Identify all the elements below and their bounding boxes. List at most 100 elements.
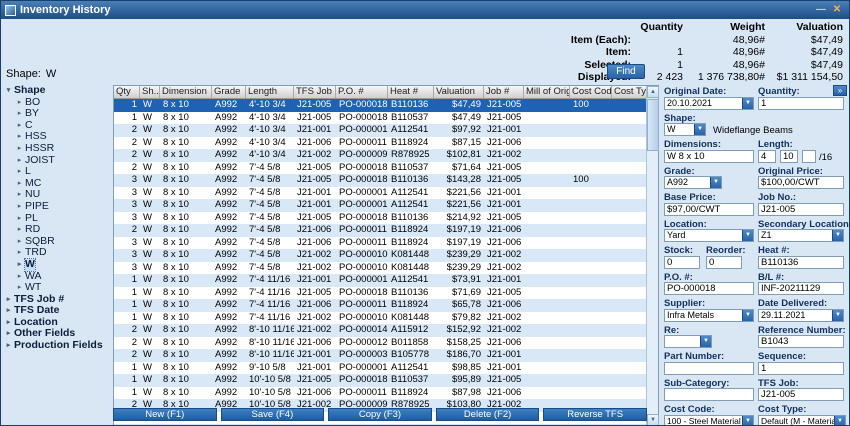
re-dropdown-icon[interactable]: ▼ xyxy=(700,336,711,347)
table-row[interactable]: 1W8 x 10A9929'-10 5/8J21-001PO-000001A11… xyxy=(114,362,646,375)
shape-input[interactable]: W ▼ xyxy=(664,123,706,136)
supplier-dropdown-icon[interactable]: ▼ xyxy=(742,310,753,321)
collapsed-icon[interactable]: ▸ xyxy=(14,97,25,109)
tree-item-l[interactable]: ▸L xyxy=(1,166,109,178)
save-f4-button[interactable]: Save (F4) xyxy=(221,408,325,421)
collapsed-icon[interactable]: ▸ xyxy=(14,271,25,283)
table-row[interactable]: 2W8 x 10A9928'-10 11/16J21-006PO-000012B… xyxy=(114,337,646,350)
grid-col-qty[interactable]: Qty xyxy=(114,86,140,98)
table-row[interactable]: 3W8 x 10A9927'-4 5/8J21-002PO-000010K081… xyxy=(114,249,646,262)
expanded-icon[interactable]: ▾ xyxy=(3,85,14,97)
collapsed-icon[interactable]: ▸ xyxy=(14,189,25,201)
grid-col-valuation[interactable]: Valuation xyxy=(434,86,484,98)
table-row[interactable]: 3W8 x 10A9927'-4 5/8J21-001PO-000001A112… xyxy=(114,187,646,200)
po-input[interactable] xyxy=(664,282,754,295)
collapsed-icon[interactable]: ▸ xyxy=(14,131,25,143)
secondary-location-dropdown-icon[interactable]: ▼ xyxy=(832,230,843,241)
location-input[interactable]: Yard ▼ xyxy=(664,229,754,242)
cost-type-dropdown-icon[interactable]: ▼ xyxy=(834,416,845,426)
collapsed-icon[interactable]: ▸ xyxy=(14,143,25,155)
table-row[interactable]: 1W8 x 10A9924'-10 3/4J21-005PO-000018B11… xyxy=(114,112,646,125)
collapsed-icon[interactable]: ▸ xyxy=(14,282,25,294)
quantity-input[interactable] xyxy=(758,97,844,110)
cost-type-input[interactable]: Default (M - Material) ▼ xyxy=(758,415,846,426)
re-input[interactable]: ▼ xyxy=(664,335,712,348)
collapsed-icon[interactable]: ▸ xyxy=(14,120,25,132)
copy-f3-button[interactable]: Copy (F3) xyxy=(328,408,432,421)
stock-input[interactable] xyxy=(664,256,700,269)
scrollbar-thumb[interactable] xyxy=(647,99,659,151)
table-row[interactable]: 2W8 x 10A9924'-10 3/4J21-006PO-000011B11… xyxy=(114,137,646,150)
collapsed-icon[interactable]: ▸ xyxy=(3,305,14,317)
length-inches-input[interactable] xyxy=(780,150,798,163)
collapsed-icon[interactable]: ▸ xyxy=(14,259,25,271)
tree-item-mc[interactable]: ▸MC xyxy=(1,178,109,190)
original-date-input[interactable]: 20.10.2021 ▼ xyxy=(664,97,754,110)
tree-item-pipe[interactable]: ▸PIPE xyxy=(1,201,109,213)
length-sixteenths-input[interactable] xyxy=(802,150,816,163)
jump-button[interactable]: » xyxy=(833,85,847,96)
tree-item-wa[interactable]: ▸WA xyxy=(1,271,109,283)
table-row[interactable]: 2W8 x 10A9927'-4 5/8J21-005PO-000018B110… xyxy=(114,162,646,175)
sequence-input[interactable] xyxy=(758,362,844,375)
table-row[interactable]: 2W8 x 10A9928'-10 11/16J21-002PO-000014A… xyxy=(114,324,646,337)
reference-number-input[interactable] xyxy=(758,335,844,348)
sub-category-input[interactable] xyxy=(664,388,754,401)
grid-col-cost-code[interactable]: Cost Code xyxy=(570,86,612,98)
minimize-button[interactable]: — xyxy=(813,3,829,17)
table-row[interactable]: 2W8 x 10A9924'-10 3/4J21-001PO-000001A11… xyxy=(114,124,646,137)
tree-item-by[interactable]: ▸BY xyxy=(1,108,109,120)
grade-dropdown-icon[interactable]: ▼ xyxy=(710,177,721,188)
date-delivered-dropdown-icon[interactable]: ▼ xyxy=(832,310,843,321)
dimensions-input[interactable] xyxy=(664,150,754,163)
tree-item-rd[interactable]: ▸RD xyxy=(1,224,109,236)
tree-item-sqbr[interactable]: ▸SQBR xyxy=(1,236,109,248)
part-number-input[interactable] xyxy=(664,362,754,375)
secondary-location-input[interactable]: Z1 ▼ xyxy=(758,229,844,242)
table-row[interactable]: 1W8 x 10A99210'-10 5/8J21-005PO-000018B1… xyxy=(114,374,646,387)
grid-col-p-o[interactable]: P.O. # xyxy=(336,86,388,98)
collapsed-icon[interactable]: ▸ xyxy=(3,340,14,352)
collapsed-icon[interactable]: ▸ xyxy=(14,155,25,167)
job-no-input[interactable] xyxy=(758,203,844,216)
collapsed-icon[interactable]: ▸ xyxy=(14,224,25,236)
heat-input[interactable] xyxy=(758,256,844,269)
table-row[interactable]: 1W8 x 10A9924'-10 3/4J21-005PO-000018B11… xyxy=(114,99,646,112)
tree-item-joist[interactable]: ▸JOIST xyxy=(1,155,109,167)
table-row[interactable]: 3W8 x 10A9927'-4 5/8J21-005PO-000018B110… xyxy=(114,174,646,187)
base-price-input[interactable] xyxy=(664,203,754,216)
scroll-up-icon[interactable]: ▲ xyxy=(647,86,659,98)
grid-col-dimension[interactable]: Dimension xyxy=(160,86,212,98)
collapsed-icon[interactable]: ▸ xyxy=(14,201,25,213)
collapsed-icon[interactable]: ▸ xyxy=(14,108,25,120)
grid-col-job[interactable]: Job # xyxy=(484,86,524,98)
grade-input[interactable]: A992 ▼ xyxy=(664,176,722,189)
supplier-input[interactable]: Infra Metals ▼ xyxy=(664,309,754,322)
delete-f2-button[interactable]: Delete (F2) xyxy=(436,408,540,421)
table-row[interactable]: 3W8 x 10A9927'-4 5/8J21-002PO-000010K081… xyxy=(114,262,646,275)
shape-dropdown-icon[interactable]: ▼ xyxy=(694,124,705,135)
table-row[interactable]: 1W8 x 10A9927'-4 11/16J21-001PO-000001A1… xyxy=(114,274,646,287)
collapsed-icon[interactable]: ▸ xyxy=(3,328,14,340)
tree-item-trd[interactable]: ▸TRD xyxy=(1,247,109,259)
tree-item-production-fields[interactable]: ▸Production Fields xyxy=(1,340,109,352)
table-row[interactable]: 1W8 x 10A9927'-4 11/16J21-005PO-000018B1… xyxy=(114,287,646,300)
grid-col-length[interactable]: Length xyxy=(246,86,294,98)
tree-item-hss[interactable]: ▸HSS xyxy=(1,131,109,143)
scroll-down-icon[interactable]: ▼ xyxy=(647,414,659,426)
collapsed-icon[interactable]: ▸ xyxy=(3,294,14,306)
cost-code-input[interactable]: 100 - Steel Material ▼ xyxy=(664,415,754,426)
cost-code-dropdown-icon[interactable]: ▼ xyxy=(742,416,753,426)
collapsed-icon[interactable]: ▸ xyxy=(14,213,25,225)
grid-col-sh[interactable]: Sh... xyxy=(140,86,160,98)
collapsed-icon[interactable]: ▸ xyxy=(14,247,25,259)
bl-input[interactable] xyxy=(758,282,844,295)
date-delivered-input[interactable]: 29.11.2021 ▼ xyxy=(758,309,844,322)
grid-col-heat[interactable]: Heat # xyxy=(388,86,434,98)
collapsed-icon[interactable]: ▸ xyxy=(14,166,25,178)
collapsed-icon[interactable]: ▸ xyxy=(14,236,25,248)
tree-item-bo[interactable]: ▸BO xyxy=(1,97,109,109)
table-row[interactable]: 2W8 x 10A9927'-4 5/8J21-006PO-000011B118… xyxy=(114,224,646,237)
table-row[interactable]: 2W8 x 10A9924'-10 3/4J21-002PO-000009R87… xyxy=(114,149,646,162)
location-dropdown-icon[interactable]: ▼ xyxy=(742,230,753,241)
